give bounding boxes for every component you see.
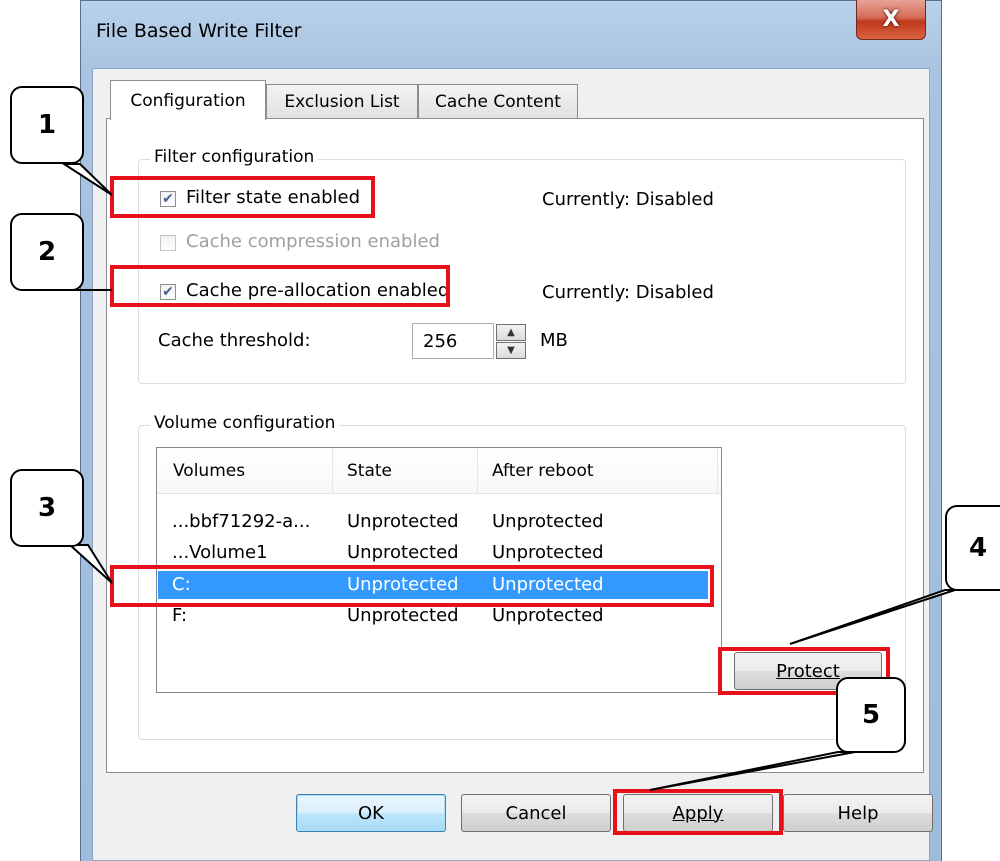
- cell-state: Unprotected: [347, 605, 459, 626]
- cancel-button[interactable]: Cancel: [461, 794, 611, 832]
- table-row[interactable]: F: Unprotected Unprotected: [158, 602, 708, 630]
- ok-button-label: OK: [358, 802, 384, 824]
- table-row-selected[interactable]: C: Unprotected Unprotected: [158, 571, 708, 599]
- tab-label: Exclusion List: [284, 91, 400, 112]
- window-title: File Based Write Filter: [96, 20, 302, 42]
- tab-exclusion-list[interactable]: Exclusion List: [266, 84, 418, 118]
- cache-threshold-input[interactable]: 256: [412, 323, 494, 359]
- cache-prealloc-label: Cache pre-allocation enabled: [186, 280, 450, 301]
- cache-compression-checkbox[interactable]: [160, 235, 176, 251]
- cell-volume: F:: [172, 605, 188, 626]
- cache-threshold-label: Cache threshold:: [158, 330, 311, 351]
- callout-number: 4: [968, 533, 988, 563]
- cache-threshold-value: 256: [423, 330, 458, 352]
- cache-compression-label: Cache compression enabled: [186, 231, 440, 252]
- ok-button[interactable]: OK: [296, 794, 446, 832]
- callout-number: 5: [861, 700, 881, 730]
- filter-state-status: Currently: Disabled: [542, 189, 714, 210]
- column-label: Volumes: [173, 461, 246, 481]
- tab-configuration[interactable]: Configuration: [110, 80, 266, 120]
- filter-state-label: Filter state enabled: [186, 187, 361, 208]
- tab-label: Cache Content: [435, 91, 561, 112]
- filter-config-label: Filter configuration: [150, 147, 319, 167]
- protect-button-label: Protect: [776, 660, 840, 682]
- column-header-after-reboot[interactable]: After reboot: [478, 448, 718, 494]
- column-label: State: [347, 461, 392, 481]
- callout-3: 3: [10, 469, 84, 547]
- volume-list[interactable]: Volumes State After reboot ...bbf71292-a…: [156, 447, 722, 693]
- close-button[interactable]: X: [856, 0, 926, 40]
- cell-after-reboot: Unprotected: [492, 542, 604, 563]
- cache-prealloc-status: Currently: Disabled: [542, 282, 714, 303]
- spin-up-icon[interactable]: ▲: [496, 324, 526, 341]
- cell-volume: ...bbf71292-a...: [172, 511, 311, 532]
- cancel-button-label: Cancel: [505, 802, 567, 824]
- filter-state-checkbox[interactable]: ✔: [160, 191, 176, 207]
- table-row[interactable]: ...Volume1 Unprotected Unprotected: [158, 539, 708, 567]
- close-icon: X: [882, 7, 900, 32]
- column-header-state[interactable]: State: [333, 448, 478, 494]
- callout-number: 2: [37, 237, 57, 267]
- cell-after-reboot: Unprotected: [492, 605, 604, 626]
- tab-cache-content[interactable]: Cache Content: [418, 84, 578, 118]
- spin-down-icon[interactable]: ▼: [496, 342, 526, 359]
- help-button[interactable]: Help: [783, 794, 933, 832]
- cache-threshold-unit: MB: [540, 330, 568, 351]
- callout-number: 3: [37, 493, 57, 523]
- cache-prealloc-checkbox[interactable]: ✔: [160, 284, 176, 300]
- tab-label: Configuration: [130, 90, 246, 111]
- help-button-label: Help: [837, 802, 879, 824]
- callout-4: 4: [945, 505, 1000, 591]
- table-row[interactable]: ...bbf71292-a... Unprotected Unprotected: [158, 508, 708, 536]
- column-header-volumes[interactable]: Volumes: [157, 448, 333, 494]
- cell-after-reboot: Unprotected: [492, 574, 604, 595]
- volume-config-label: Volume configuration: [150, 413, 340, 433]
- cell-volume: ...Volume1: [172, 542, 268, 563]
- callout-number: 1: [37, 110, 57, 140]
- callout-5: 5: [836, 677, 906, 753]
- cell-after-reboot: Unprotected: [492, 511, 604, 532]
- callout-2: 2: [10, 213, 84, 291]
- callout-1: 1: [10, 86, 84, 164]
- cell-state: Unprotected: [347, 511, 459, 532]
- column-label: After reboot: [492, 461, 594, 481]
- apply-button-label: Apply: [672, 802, 724, 824]
- apply-button[interactable]: Apply: [623, 794, 773, 832]
- volume-list-header: Volumes State After reboot: [157, 448, 721, 494]
- cell-state: Unprotected: [347, 574, 459, 595]
- cell-state: Unprotected: [347, 542, 459, 563]
- cell-volume: C:: [172, 574, 191, 595]
